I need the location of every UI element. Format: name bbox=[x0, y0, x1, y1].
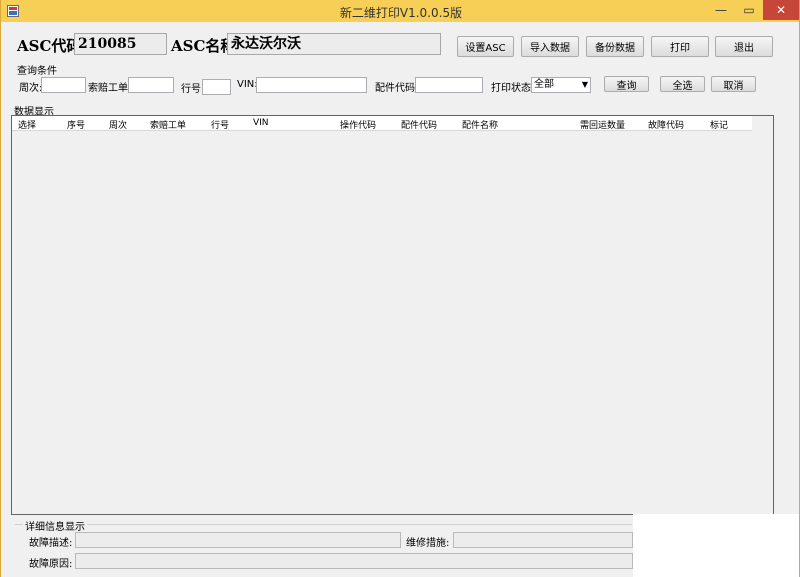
claim-order-input[interactable] bbox=[128, 77, 174, 93]
window-title: 新二维打印V1.0.0.5版 bbox=[339, 6, 463, 20]
column-header-line-number[interactable]: 行号 bbox=[211, 118, 229, 131]
client-area: ASC代码 210085 ASC名称 永达沃尔沃 设置ASC 导入数据 备份数据… bbox=[1, 22, 799, 577]
print-status-label: 打印状态: bbox=[491, 83, 535, 94]
column-header-vin[interactable]: VIN bbox=[253, 118, 269, 128]
blank-region bbox=[633, 514, 799, 577]
line-number-input[interactable] bbox=[202, 79, 231, 95]
set-asc-button[interactable]: 设置ASC bbox=[457, 36, 514, 57]
column-header-claim-order[interactable]: 索赔工单 bbox=[150, 118, 186, 131]
column-header-return-quantity[interactable]: 需回运数量 bbox=[580, 118, 625, 131]
column-header-fault-code[interactable]: 故障代码 bbox=[648, 118, 684, 131]
fault-cause-field[interactable] bbox=[75, 553, 633, 569]
exit-button[interactable]: 退出 bbox=[715, 36, 773, 57]
search-button[interactable]: 查询 bbox=[604, 76, 649, 92]
asc-name-label: ASC名称 bbox=[171, 37, 236, 55]
fault-cause-label: 故障原因: bbox=[29, 559, 73, 570]
week-label: 周次: bbox=[19, 83, 43, 94]
column-header-part-code[interactable]: 配件代码 bbox=[401, 118, 437, 131]
claim-order-label: 索赔工单: bbox=[88, 83, 132, 94]
column-header-operation-code[interactable]: 操作代码 bbox=[340, 118, 376, 131]
column-header-mark[interactable]: 标记 bbox=[710, 118, 728, 131]
close-button[interactable]: ✕ bbox=[763, 0, 799, 20]
detail-group-border bbox=[15, 524, 632, 525]
week-input[interactable] bbox=[41, 77, 86, 93]
column-header-part-name[interactable]: 配件名称 bbox=[462, 118, 498, 131]
fault-description-field[interactable] bbox=[75, 532, 401, 548]
line-number-label: 行号: bbox=[181, 84, 205, 95]
part-code-input[interactable] bbox=[415, 77, 483, 93]
print-status-select[interactable]: 全部 ▼ bbox=[531, 77, 591, 93]
vin-input[interactable] bbox=[256, 77, 367, 93]
column-header-select[interactable]: 选择 bbox=[18, 118, 36, 131]
fault-description-label: 故障描述: bbox=[29, 538, 73, 549]
column-header-week[interactable]: 周次 bbox=[109, 118, 127, 131]
detail-group-title: 详细信息显示 bbox=[23, 518, 87, 533]
repair-measure-field[interactable] bbox=[453, 532, 633, 548]
chevron-down-icon: ▼ bbox=[581, 80, 588, 89]
select-all-button[interactable]: 全选 bbox=[660, 76, 705, 92]
cancel-button[interactable]: 取消 bbox=[711, 76, 756, 92]
print-status-value: 全部 bbox=[534, 79, 554, 90]
vin-label: VIN: bbox=[237, 79, 258, 90]
minimize-button[interactable]: — bbox=[707, 0, 735, 20]
asc-code-label: ASC代码 bbox=[17, 37, 82, 55]
column-header-index[interactable]: 序号 bbox=[67, 118, 85, 131]
repair-measure-label: 维修措施: bbox=[406, 538, 450, 549]
query-group-title: 查询条件 bbox=[17, 66, 57, 77]
data-grid[interactable]: 选择 序号 周次 索赔工单 行号 VIN 操作代码 配件代码 配件名称 需回运数… bbox=[11, 115, 774, 515]
title-bar[interactable]: 新二维打印V1.0.0.5版 — ▭ ✕ bbox=[1, 0, 799, 22]
backup-data-button[interactable]: 备份数据 bbox=[586, 36, 644, 57]
asc-code-field[interactable]: 210085 bbox=[74, 33, 167, 55]
maximize-button[interactable]: ▭ bbox=[735, 0, 763, 20]
part-code-label: 配件代码: bbox=[375, 83, 419, 94]
application-window: 新二维打印V1.0.0.5版 — ▭ ✕ ASC代码 210085 ASC名称 … bbox=[0, 0, 800, 577]
asc-name-field[interactable]: 永达沃尔沃 bbox=[227, 33, 441, 55]
print-button[interactable]: 打印 bbox=[651, 36, 709, 57]
grid-header: 选择 序号 周次 索赔工单 行号 VIN 操作代码 配件代码 配件名称 需回运数… bbox=[12, 116, 752, 131]
import-data-button[interactable]: 导入数据 bbox=[521, 36, 579, 57]
